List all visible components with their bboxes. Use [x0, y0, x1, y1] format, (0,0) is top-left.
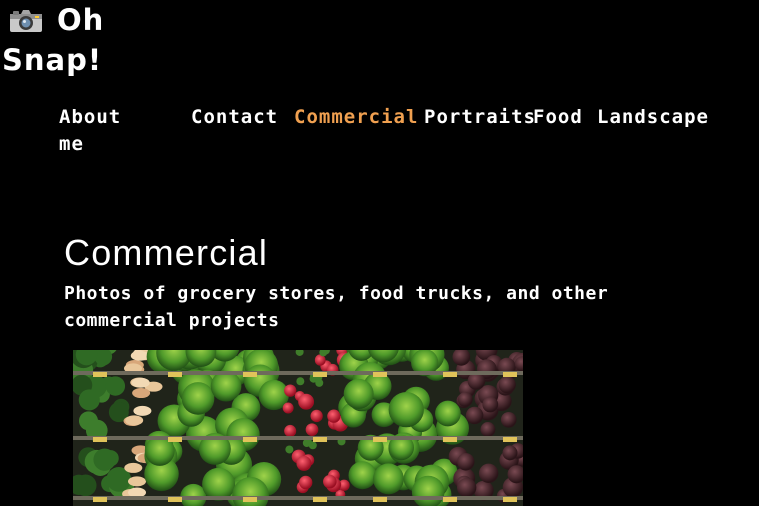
- nav-landscape[interactable]: Landscape: [597, 104, 709, 131]
- gallery-photo-grocery[interactable]: [73, 350, 523, 506]
- nav-commercial[interactable]: Commercial: [294, 104, 418, 131]
- site-logo[interactable]: Oh Snap!: [2, 0, 152, 80]
- camera-icon: [10, 10, 42, 32]
- page-title: Commercial: [64, 232, 269, 273]
- nav-food[interactable]: Food: [533, 104, 583, 131]
- grocery-produce-image: [73, 350, 523, 506]
- nav-contact[interactable]: Contact: [191, 104, 278, 131]
- main-nav: About me Contact Commercial Portraits Fo…: [0, 104, 759, 164]
- nav-about-me[interactable]: About me: [59, 104, 129, 158]
- page-description: Photos of grocery stores, food trucks, a…: [64, 283, 609, 331]
- nav-portraits[interactable]: Portraits: [424, 104, 536, 131]
